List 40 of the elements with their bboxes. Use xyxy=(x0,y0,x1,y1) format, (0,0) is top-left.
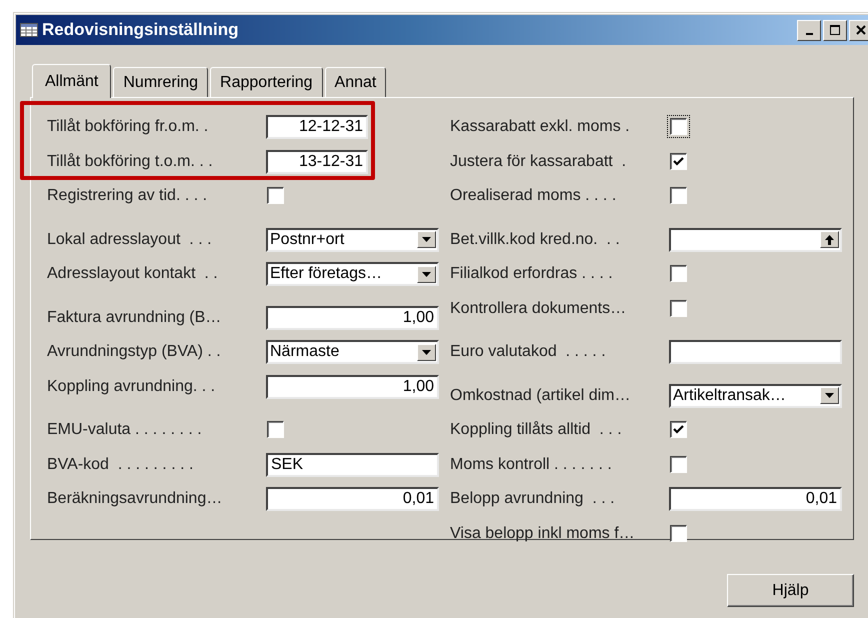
field-label: BVA-kod . . . . . . . . . xyxy=(47,456,194,474)
field-label: Belopp avrundning . . . xyxy=(450,490,616,508)
input-field[interactable]: 0,01 xyxy=(266,487,439,512)
field-label: Koppling tillåts alltid . . . xyxy=(450,421,623,440)
tab[interactable]: Annat xyxy=(324,67,386,97)
field-label: Justera för kassarabatt . xyxy=(450,152,628,171)
field-label: Lokal adresslayout . . . xyxy=(47,230,213,249)
field-label: Kontrollera dokuments… xyxy=(450,300,628,318)
input-field[interactable]: 12-12-31 xyxy=(266,115,368,140)
field-label: Orealiserad moms . . . . xyxy=(450,187,618,206)
field-label: Tillåt bokföring fr.o.m. . xyxy=(47,118,210,136)
field-label: Bet.villk.kod kred.no. . . xyxy=(450,230,621,249)
input-field[interactable]: 0,01 xyxy=(669,487,842,512)
dropdown-field[interactable]: Artikeltransak… xyxy=(669,384,842,408)
field-label: Koppling avrundning. . . xyxy=(47,378,216,396)
field-label: Kassarabatt exkl. moms . xyxy=(450,118,631,136)
field-label: Omkostnad (artikel dim… xyxy=(450,386,632,405)
field-label: Filialkod erfordras . . . . xyxy=(450,265,614,284)
tab[interactable]: Allmänt xyxy=(32,64,112,98)
field-label: Registrering av tid. . . . xyxy=(47,187,208,206)
field-label: Avrundningstyp (BVA) . . xyxy=(47,343,222,362)
field-label: Tillåt bokföring t.o.m. . . xyxy=(47,152,214,171)
field-label: Adresslayout kontakt . . xyxy=(47,265,219,284)
field-label: Beräkningsavrundning… xyxy=(47,490,224,508)
dropdown-field[interactable]: Efter företags… xyxy=(266,262,439,286)
field-label: Euro valutakod . . . . . xyxy=(450,343,607,362)
input-field[interactable]: 1,00 xyxy=(266,306,439,330)
dropdown-field[interactable]: Närmaste xyxy=(266,340,439,364)
field-label: Moms kontroll . . . . . . . xyxy=(450,456,613,474)
dropdown-field[interactable]: Postnr+ort xyxy=(266,228,439,252)
field-label: Faktura avrundning (B… xyxy=(47,308,222,327)
field-label: Visa belopp inkl moms f… xyxy=(450,524,636,543)
input-field[interactable]: 13-12-31 xyxy=(266,150,368,174)
input-field[interactable]: SEK xyxy=(266,452,439,477)
field-label: EMU-valuta . . . . . . . . xyxy=(47,421,203,440)
input-field[interactable]: 1,00 xyxy=(266,374,439,399)
help-button[interactable]: Hjälp xyxy=(727,574,854,607)
tab[interactable]: Numrering xyxy=(113,67,208,97)
window-title: Redovisningsinställning xyxy=(42,20,238,40)
tab[interactable]: Rapportering xyxy=(210,67,323,97)
